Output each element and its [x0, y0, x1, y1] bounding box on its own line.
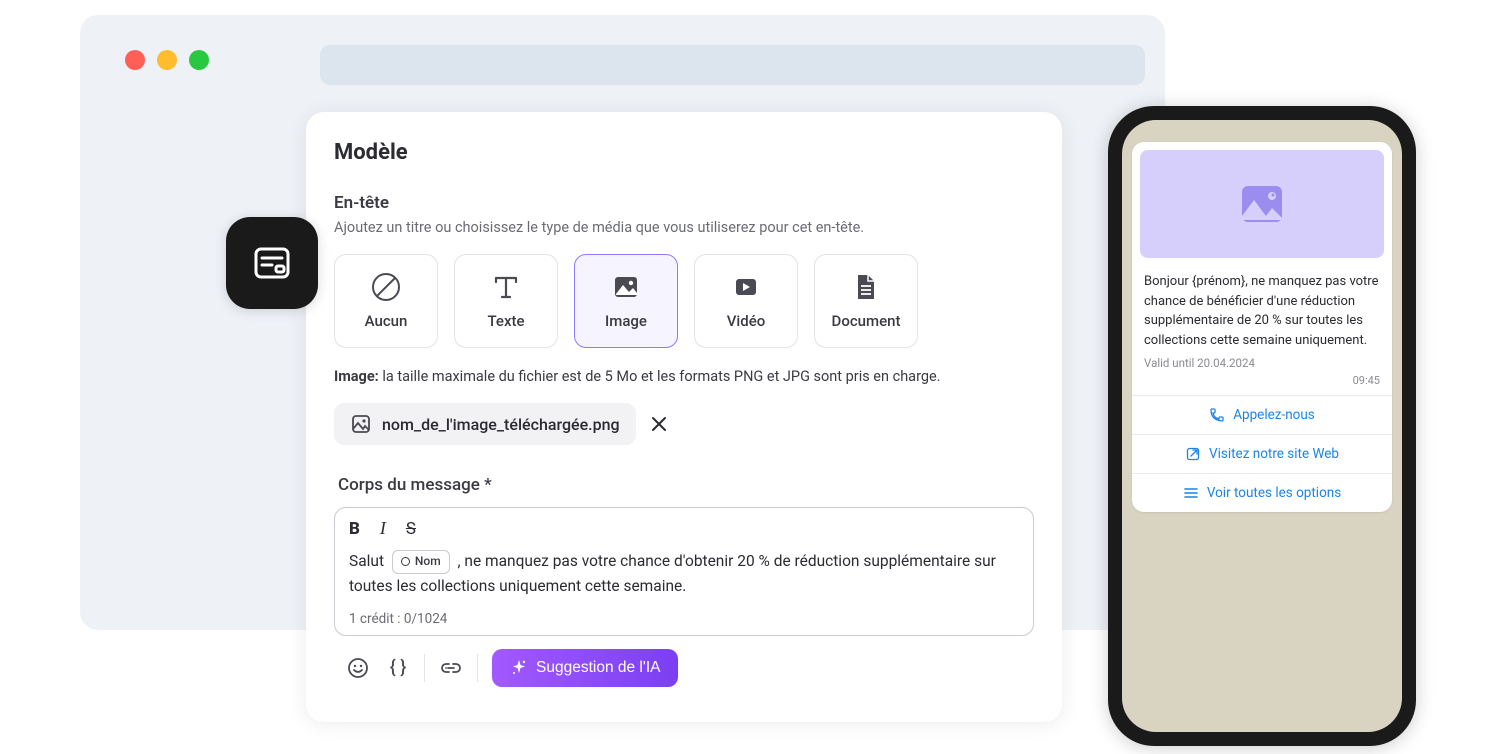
media-label: Document [832, 312, 901, 330]
toolbar-divider [477, 654, 478, 682]
body-label: Corps du message * [338, 475, 1034, 495]
message-time: 09:45 [1132, 374, 1392, 395]
card-title: Modèle [334, 140, 1034, 165]
none-icon [369, 270, 403, 304]
media-options: Aucun Texte Image Vidéo Document [334, 254, 1034, 348]
media-label: Texte [487, 312, 524, 330]
app-badge [226, 217, 318, 309]
body-content[interactable]: Salut Nom , ne manquez pas votre chance … [349, 549, 1019, 605]
media-label: Aucun [365, 312, 408, 330]
sparkle-icon [510, 659, 528, 677]
emoji-icon [347, 657, 369, 679]
bold-button[interactable]: B [349, 518, 360, 539]
image-hint-prefix: Image: [334, 368, 379, 385]
traffic-lights [125, 50, 209, 70]
text-icon [491, 272, 521, 302]
message-valid: Valid until 20.04.2024 [1132, 356, 1392, 374]
action-link[interactable]: Visitez notre site Web [1132, 434, 1392, 473]
circle-icon [401, 557, 410, 566]
media-label: Vidéo [727, 312, 766, 330]
header-desc: Ajoutez un titre ou choisissez le type d… [334, 219, 1034, 236]
close-icon [650, 415, 668, 433]
toolbar-divider [424, 654, 425, 682]
action-label: Visitez notre site Web [1209, 446, 1339, 462]
message-body: Bonjour {prénom}, ne manquez pas votre c… [1132, 266, 1392, 356]
phone-icon [1209, 407, 1225, 423]
media-option-aucun[interactable]: Aucun [334, 254, 438, 348]
template-card: Modèle En-tête Ajoutez un titre ou chois… [306, 112, 1062, 722]
traffic-green [189, 50, 209, 70]
bottom-toolbar: { } Suggestion de l'IA [334, 648, 1034, 688]
image-file-icon [350, 413, 372, 435]
document-icon [852, 272, 880, 302]
credit-counter: 1 crédit : 0/1024 [349, 611, 1019, 627]
ai-button-label: Suggestion de l'IA [536, 659, 660, 677]
template-card-icon [250, 241, 294, 285]
body-editor[interactable]: B I S Salut Nom , ne manquez pas votre c… [334, 507, 1034, 636]
media-option-document[interactable]: Document [814, 254, 918, 348]
image-placeholder-icon [1238, 182, 1286, 226]
media-label: Image [605, 312, 647, 330]
traffic-red [125, 50, 145, 70]
media-option-image[interactable]: Image [574, 254, 678, 348]
uploaded-file-chip[interactable]: nom_de_l'image_téléchargée.png [334, 403, 636, 445]
message-bubble: Bonjour {prénom}, ne manquez pas votre c… [1132, 142, 1392, 512]
image-hint-text: la taille maximale du fichier est de 5 M… [379, 368, 941, 385]
external-link-icon [1185, 446, 1201, 462]
message-image-placeholder [1140, 150, 1384, 258]
video-icon [731, 272, 761, 302]
variable-pill[interactable]: Nom [392, 550, 450, 573]
url-bar[interactable] [320, 45, 1145, 85]
image-hint: Image: la taille maximale du fichier est… [334, 368, 1034, 385]
action-all[interactable]: Voir toutes les options [1132, 473, 1392, 512]
action-label: Appelez-nous [1233, 407, 1315, 423]
list-icon [1183, 485, 1199, 501]
variable-name: Nom [415, 552, 441, 571]
body-prefix: Salut [349, 552, 388, 570]
braces-icon: { } [390, 657, 406, 678]
image-icon [611, 272, 641, 302]
format-toolbar: B I S [349, 518, 1019, 539]
link-button[interactable] [431, 648, 471, 688]
variable-button[interactable]: { } [378, 648, 418, 688]
italic-button[interactable]: I [380, 518, 386, 539]
header-label: En-tête [334, 193, 1034, 213]
file-name: nom_de_l'image_téléchargée.png [382, 415, 620, 434]
action-label: Voir toutes les options [1207, 485, 1341, 501]
phone-preview: Bonjour {prénom}, ne manquez pas votre c… [1108, 106, 1416, 746]
emoji-button[interactable] [338, 648, 378, 688]
strike-button[interactable]: S [406, 518, 416, 539]
phone-screen: Bonjour {prénom}, ne manquez pas votre c… [1122, 120, 1402, 732]
media-option-texte[interactable]: Texte [454, 254, 558, 348]
remove-file-button[interactable] [650, 415, 668, 433]
action-call[interactable]: Appelez-nous [1132, 395, 1392, 434]
traffic-yellow [157, 50, 177, 70]
media-option-video[interactable]: Vidéo [694, 254, 798, 348]
ai-suggestion-button[interactable]: Suggestion de l'IA [492, 649, 678, 687]
link-icon [439, 656, 463, 680]
